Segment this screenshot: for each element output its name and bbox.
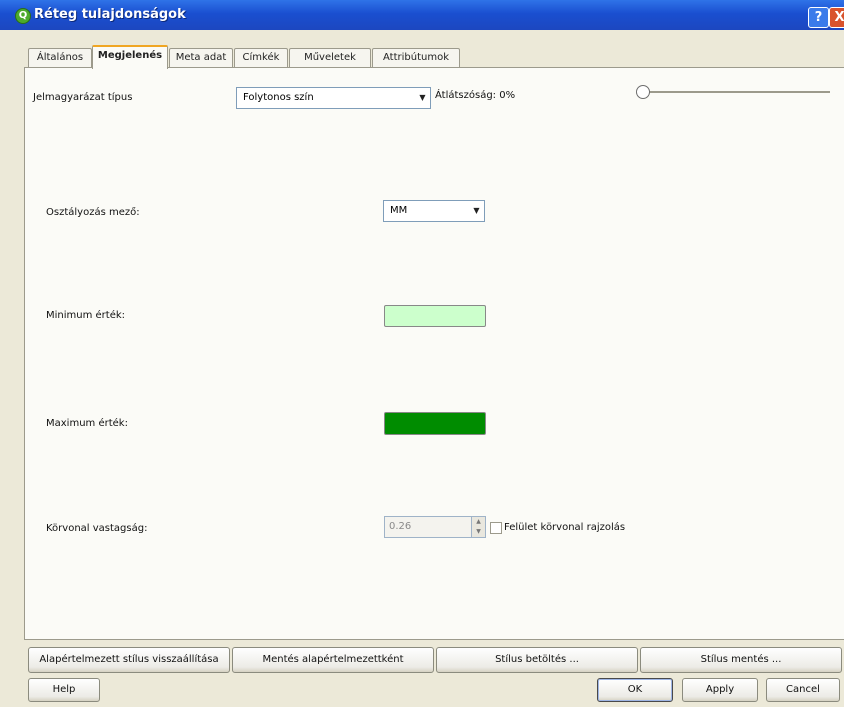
save-style-button[interactable]: Stílus mentés ... <box>640 647 842 673</box>
legend-type-select[interactable]: Folytonos szín ▼ <box>236 87 431 109</box>
qgis-app-icon: Q <box>15 8 31 24</box>
help-button[interactable]: Help <box>28 678 100 702</box>
classification-field-select[interactable]: MM ▼ <box>383 200 485 222</box>
tab-general[interactable]: Általános <box>28 48 92 67</box>
spin-arrows-icon[interactable]: ▲ ▼ <box>471 517 485 537</box>
minimum-value-label: Minimum érték: <box>46 310 126 321</box>
transparency-slider[interactable] <box>648 91 830 93</box>
restore-default-style-button[interactable]: Alapértelmezett stílus visszaállítása <box>28 647 230 673</box>
tab-attributes[interactable]: Attribútumok <box>372 48 460 67</box>
layer-properties-dialog: Q Réteg tulajdonságok ? X Általános Megj… <box>0 0 844 707</box>
outline-width-value: 0.26 <box>389 521 412 532</box>
maximum-value-label: Maximum érték: <box>46 418 128 429</box>
tab-actions[interactable]: Műveletek <box>289 48 371 67</box>
save-as-default-button[interactable]: Mentés alapértelmezettként <box>232 647 434 673</box>
chevron-down-icon: ▼ <box>473 206 480 215</box>
legend-type-value: Folytonos szín <box>243 92 314 103</box>
tab-labels[interactable]: Címkék <box>234 48 288 67</box>
cancel-button[interactable]: Cancel <box>766 678 840 702</box>
ok-button[interactable]: OK <box>597 678 673 702</box>
polygon-outline-checkbox-label: Felület körvonal rajzolás <box>504 522 626 533</box>
help-icon[interactable]: ? <box>808 7 829 28</box>
window-title: Réteg tulajdonságok <box>34 7 186 22</box>
transparency-label: Átlátszóság: 0% <box>435 90 516 101</box>
outline-width-label: Körvonal vastagság: <box>46 523 148 534</box>
tab-metadata[interactable]: Meta adat <box>169 48 233 67</box>
close-icon[interactable]: X <box>829 7 844 28</box>
title-bar[interactable]: Q Réteg tulajdonságok ? X <box>0 0 844 30</box>
outline-width-spinbox[interactable]: 0.26 ▲ ▼ <box>384 516 486 538</box>
minimum-color-button[interactable] <box>384 305 486 327</box>
tab-appearance[interactable]: Megjelenés <box>92 45 168 69</box>
legend-type-label: Jelmagyarázat típus <box>33 92 133 103</box>
polygon-outline-checkbox[interactable] <box>490 522 502 534</box>
load-style-button[interactable]: Stílus betöltés ... <box>436 647 638 673</box>
appearance-panel <box>24 67 844 640</box>
maximum-color-button[interactable] <box>384 412 486 435</box>
classification-field-label: Osztályozás mező: <box>46 207 140 218</box>
apply-button[interactable]: Apply <box>682 678 758 702</box>
classification-field-value: MM <box>390 205 408 216</box>
chevron-down-icon: ▼ <box>419 93 426 102</box>
transparency-slider-handle[interactable] <box>636 85 650 99</box>
